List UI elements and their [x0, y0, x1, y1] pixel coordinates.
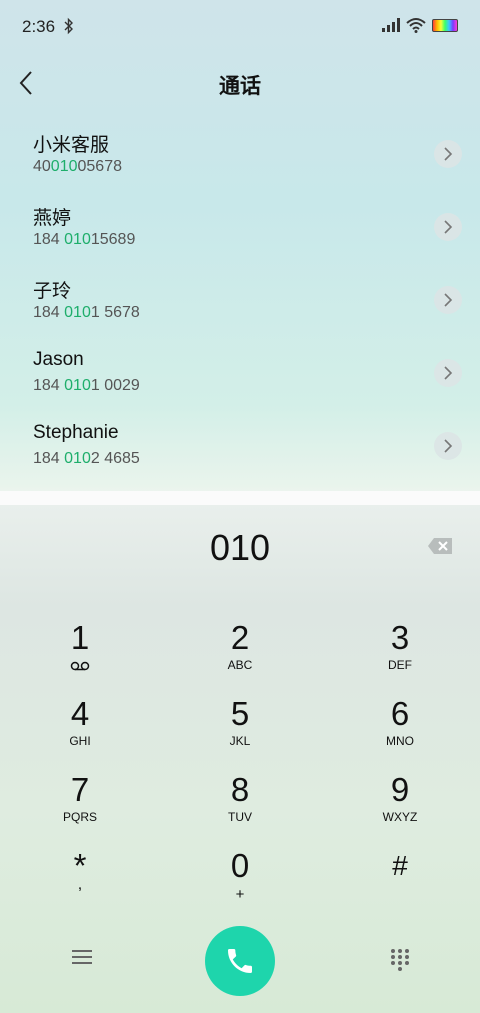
contact-detail-button[interactable]	[434, 359, 462, 387]
status-bar: 2:36	[0, 0, 480, 54]
number-prefix: 40	[33, 158, 51, 175]
key-hash[interactable]: #	[340, 848, 460, 918]
contact-item[interactable]: 子玲 184 0101 5678	[0, 266, 480, 339]
key-digit: #	[392, 850, 408, 881]
key-5[interactable]: 5 JKL	[180, 696, 300, 766]
chevron-right-icon	[444, 147, 453, 161]
number-match: 010	[64, 304, 91, 321]
contact-name: 子玲	[33, 281, 72, 302]
menu-icon[interactable]	[70, 947, 94, 967]
key-2[interactable]: 2 ABC	[180, 620, 300, 690]
phone-icon	[228, 949, 252, 973]
key-9[interactable]: 9 WXYZ	[340, 772, 460, 842]
key-8[interactable]: 8 TUV	[180, 772, 300, 842]
number-prefix: 184	[33, 377, 65, 394]
contact-detail-button[interactable]	[434, 213, 462, 241]
number-match: 010	[64, 231, 91, 248]
number-prefix: 184	[33, 304, 65, 321]
key-3[interactable]: 3 DEF	[340, 620, 460, 690]
contact-list: 小米客服 4001005678 燕婷 184 01015689 子玲 184 0…	[0, 120, 480, 485]
call-button[interactable]	[205, 926, 275, 996]
contact-item[interactable]: 小米客服 4001005678	[0, 120, 480, 193]
contact-detail-button[interactable]	[434, 432, 462, 460]
contact-number: 184 0101 0029	[33, 377, 140, 395]
key-letters: WXYZ	[382, 810, 418, 824]
number-suffix: 05678	[77, 158, 123, 175]
bluetooth-icon	[64, 17, 73, 35]
contact-item[interactable]: 燕婷 184 01015689	[0, 193, 480, 266]
contact-number: 184 0102 4685	[33, 450, 140, 468]
key-7[interactable]: 7 PQRS	[20, 772, 140, 842]
key-0[interactable]: 0 +	[180, 848, 300, 918]
dialpad: 010 1 2 ABC 3 DEF 4 GHI 5 JKL 6 MNO 7 PQ…	[0, 505, 480, 1013]
key-star[interactable]: * ,	[20, 848, 140, 918]
status-time: 2:36	[22, 17, 56, 36]
key-letters: PQRS	[62, 810, 97, 824]
key-letters: TUV	[228, 810, 252, 824]
contact-name: 燕婷	[33, 208, 72, 229]
key-4[interactable]: 4 GHI	[20, 696, 140, 766]
number-suffix: 2 4685	[90, 450, 140, 467]
page-title: 通话	[219, 74, 261, 98]
key-digit: 0	[230, 847, 250, 884]
contact-number: 184 0101 5678	[33, 304, 140, 322]
key-letters: ABC	[227, 658, 253, 672]
key-letters: MNO	[386, 734, 414, 748]
contact-item[interactable]: Jason 184 0101 0029	[0, 339, 480, 412]
key-letters: +	[235, 886, 245, 903]
contact-item[interactable]: Stephanie 184 0102 4685	[0, 412, 480, 485]
chevron-right-icon	[444, 220, 453, 234]
contact-detail-button[interactable]	[434, 286, 462, 314]
contact-name: 小米客服	[33, 135, 110, 156]
battery-icon	[432, 19, 458, 32]
chevron-right-icon	[444, 293, 453, 307]
key-digit: 8	[230, 771, 250, 808]
number-suffix: 1 5678	[90, 304, 140, 321]
key-digit: 4	[70, 695, 90, 732]
contact-detail-button[interactable]	[434, 140, 462, 168]
key-digit: 5	[230, 695, 250, 732]
backspace-icon[interactable]	[427, 537, 453, 555]
dialpad-icon[interactable]	[389, 948, 411, 972]
key-digit: 6	[390, 695, 410, 732]
dialed-number-field[interactable]: 010	[0, 527, 480, 569]
contact-name: Jason	[33, 349, 84, 370]
divider	[0, 491, 480, 505]
number-prefix: 184	[33, 450, 65, 467]
key-6[interactable]: 6 MNO	[340, 696, 460, 766]
wifi-icon	[406, 18, 426, 33]
number-suffix: 1 0029	[90, 377, 140, 394]
number-match: 010	[50, 158, 78, 175]
number-match: 010	[64, 450, 91, 467]
number-prefix: 184	[33, 231, 65, 248]
key-letters: GHI	[69, 734, 91, 748]
key-1[interactable]: 1	[20, 620, 140, 690]
key-digit: 9	[390, 771, 410, 808]
key-letters: DEF	[388, 658, 412, 672]
number-suffix: 15689	[90, 231, 136, 248]
key-digit: 2	[230, 619, 250, 656]
contact-number: 4001005678	[33, 158, 122, 176]
chevron-right-icon	[444, 366, 453, 380]
number-match: 010	[64, 377, 91, 394]
chevron-right-icon	[444, 439, 453, 453]
key-letters: JKL	[229, 734, 251, 748]
key-digit: 7	[70, 771, 90, 808]
top-bar: 通话	[0, 58, 480, 110]
contact-name: Stephanie	[33, 422, 119, 443]
contact-number: 184 01015689	[33, 231, 135, 249]
key-digit: 1	[70, 619, 90, 656]
key-letters: ,	[77, 876, 83, 893]
key-digit: 3	[390, 619, 410, 656]
voicemail-icon	[70, 661, 90, 671]
signal-icon	[382, 18, 400, 32]
